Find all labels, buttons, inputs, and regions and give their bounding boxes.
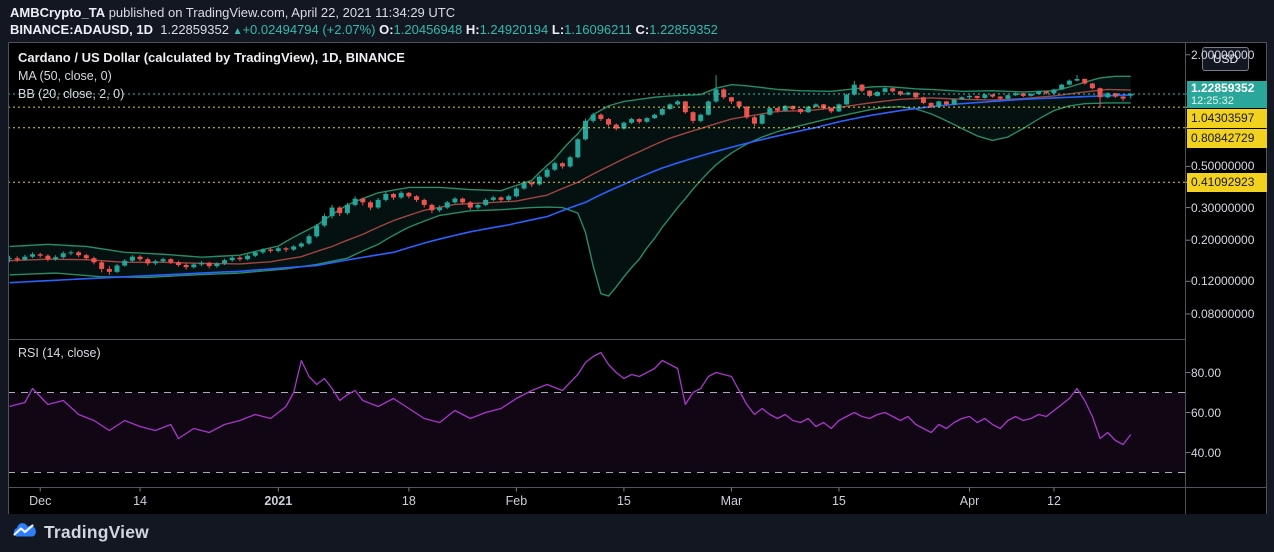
time-axis-label: 15 (831, 494, 846, 508)
bar-countdown: 12:25:32 (1191, 95, 1234, 107)
price-axis-label: 0.08000000 (1191, 307, 1255, 321)
rsi-axis-label: 40.00 (1191, 445, 1222, 460)
footer-bar: TradingView (0, 514, 1274, 552)
price-axis-label: 0.30000000 (1191, 200, 1255, 215)
time-axis-label: Mar (720, 494, 743, 508)
time-axis-label: Dec (29, 494, 52, 508)
time-axis-label: 12 (1047, 494, 1061, 508)
alert-price-badge: 0.41092923 (1187, 172, 1267, 192)
rsi-pane[interactable] (8, 351, 1186, 473)
current-price-badge: 1.22859352 12:25:32 (1187, 81, 1267, 108)
price-axis-label: 0.20000000 (1191, 233, 1255, 248)
time-axis-label: 15 (616, 494, 631, 508)
tradingview-snapshot: AMBCrypto_TA published on TradingView.co… (0, 0, 1274, 552)
tradingview-logo-icon[interactable] (9, 521, 39, 545)
legend-symbol-title[interactable]: Cardano / US Dollar (calculated by Tradi… (18, 49, 405, 67)
alert-price-badge: 0.80842729 (1187, 128, 1267, 148)
price-axis-label: 0.12000000 (1191, 274, 1255, 289)
alert-price-badge: 1.04303597 (1187, 108, 1267, 128)
price-pane[interactable] (7, 75, 1186, 297)
price-axis-label: 0.50000000 (1191, 159, 1255, 174)
rsi-axis-label: 60.00 (1191, 405, 1222, 420)
pane-legend: Cardano / US Dollar (calculated by Tradi… (18, 49, 405, 103)
legend-rsi[interactable]: RSI (14, close) (18, 346, 101, 360)
current-price-value: 1.22859352 (1191, 81, 1255, 95)
time-axis-label: 2021 (264, 494, 293, 508)
tradingview-wordmark[interactable]: TradingView (44, 522, 149, 543)
price-axis-label: 2.00000000 (1191, 47, 1255, 62)
legend-bb[interactable]: BB (20, close, 2, 0) (18, 85, 405, 103)
time-axis-label: Feb (505, 494, 528, 508)
rsi-axis-label: 80.00 (1191, 365, 1222, 380)
time-axis-label: Apr (959, 494, 980, 508)
time-axis-label: 14 (133, 494, 147, 508)
rsi-band (8, 392, 1186, 473)
legend-ma[interactable]: MA (50, close, 0) (18, 67, 405, 85)
time-axis-label: 18 (401, 494, 416, 508)
